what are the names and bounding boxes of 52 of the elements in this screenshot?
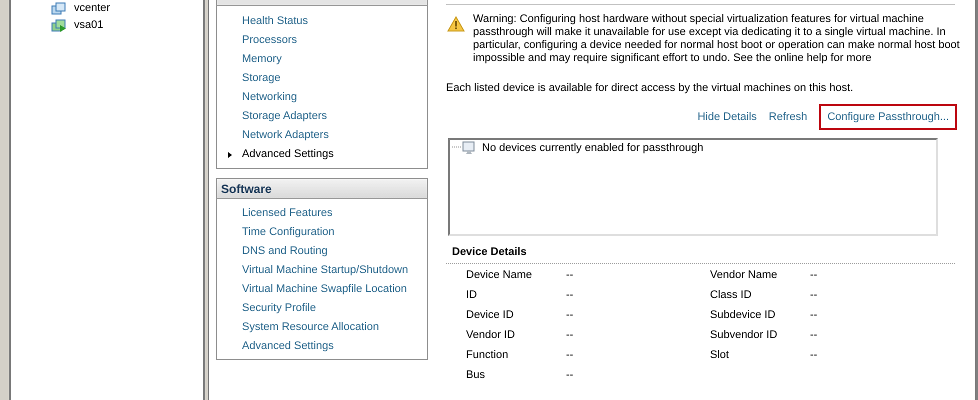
- field-label: Vendor Name: [710, 268, 778, 282]
- field-label: Class ID: [710, 288, 753, 302]
- warning-text: Warning: Configuring host hardware without special virtualization features for virtual machine passthrough will make it unavailable for use except via dedicating it to a single virtual machine. In particular, configuring a device needed for normal host boot or operation can make normal host boot impossible and may require significant effort to undo. See the online help for more: [473, 13, 961, 65]
- vm-icon: [51, 2, 67, 16]
- nav-link[interactable]: Virtual Machine Startup/Shutdown: [242, 262, 408, 279]
- nav-link[interactable]: Networking: [242, 89, 298, 106]
- field-label: Vendor ID: [466, 328, 516, 342]
- running-vm-icon: [51, 18, 67, 32]
- field-value: --: [810, 328, 818, 342]
- nav-link[interactable]: System Resource Allocation: [242, 319, 379, 336]
- field-value: --: [810, 348, 818, 362]
- warning-icon: [447, 16, 465, 32]
- field-value: --: [810, 288, 818, 302]
- nav-link[interactable]: Processors: [242, 32, 298, 49]
- field-value: --: [566, 348, 574, 362]
- section-title: Device Details: [452, 246, 527, 258]
- nav-link[interactable]: Virtual Machine Swapfile Location: [242, 281, 407, 298]
- arrow-icon: [228, 152, 232, 158]
- field-value: --: [566, 328, 574, 342]
- field-value: --: [566, 368, 574, 382]
- field-label: ID: [466, 288, 478, 302]
- field-label: Device ID: [466, 308, 515, 322]
- nav-link[interactable]: Health Status: [242, 13, 308, 30]
- nav-link[interactable]: Storage Adapters: [242, 108, 328, 125]
- field-value: --: [566, 308, 574, 322]
- nav-link[interactable]: Storage: [242, 70, 281, 87]
- field-label: Function: [466, 348, 510, 362]
- nav-link[interactable]: Licensed Features: [242, 205, 332, 222]
- field-label: Slot: [710, 348, 730, 362]
- field-value: --: [566, 268, 574, 282]
- section-title: Software: [221, 180, 272, 198]
- nav-link[interactable]: DNS and Routing: [242, 243, 328, 260]
- field-value: --: [810, 268, 818, 282]
- empty-message: No devices currently enabled for passthrough: [482, 141, 704, 156]
- nav-link[interactable]: Advanced Settings: [242, 338, 334, 355]
- nav-link[interactable]: Memory: [242, 51, 282, 68]
- nav-link[interactable]: Advanced Settings: [242, 146, 334, 163]
- field-label: Bus: [466, 368, 486, 382]
- field-label: Subdevice ID: [710, 308, 776, 322]
- field-label: Device Name: [466, 268, 534, 282]
- field-label: Subvendor ID: [710, 328, 778, 342]
- description-text: Each listed device is available for direct access by the virtual machines on this host.: [446, 81, 854, 96]
- tree-item[interactable]: vsa01: [73, 17, 104, 34]
- action-link[interactable]: Configure Passthrough...: [819, 104, 957, 130]
- field-value: --: [566, 288, 574, 302]
- nav-link[interactable]: Security Profile: [242, 300, 316, 317]
- action-link[interactable]: Refresh: [768, 104, 808, 130]
- nav-link[interactable]: Network Adapters: [242, 127, 329, 144]
- field-value: --: [810, 308, 818, 322]
- nav-link[interactable]: Time Configuration: [242, 224, 335, 241]
- tree-item[interactable]: vcenter: [73, 0, 112, 17]
- action-link[interactable]: Hide Details: [697, 104, 757, 130]
